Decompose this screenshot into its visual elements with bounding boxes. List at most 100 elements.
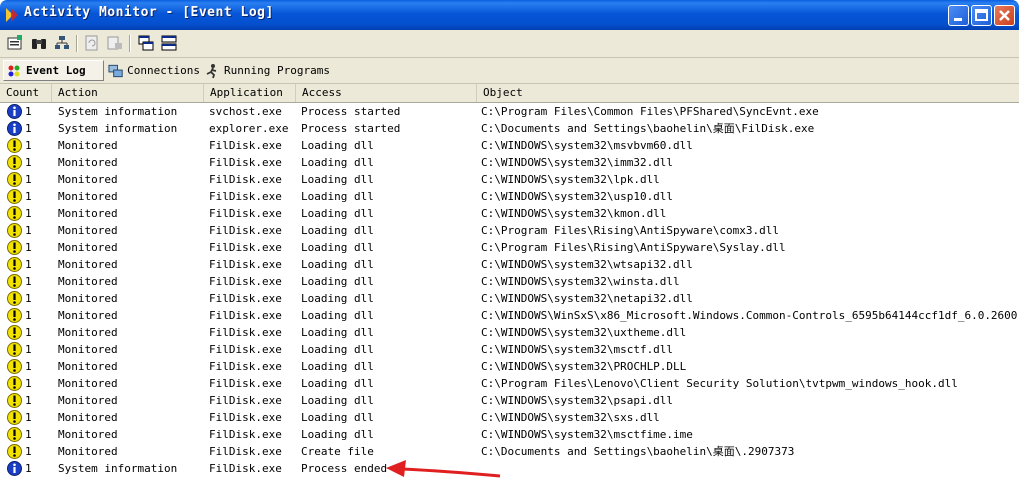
- warning-icon: [7, 359, 22, 374]
- cell-object: C:\WINDOWS\system32\imm32.dll: [481, 156, 674, 169]
- cascade-icon[interactable]: [137, 34, 155, 52]
- cell-application: FilDisk.exe: [209, 360, 282, 373]
- tab-running-programs[interactable]: Running Programs: [202, 60, 332, 81]
- column-header-count[interactable]: Count: [0, 84, 52, 102]
- cell-object: C:\WINDOWS\system32\msctf.dll: [481, 343, 674, 356]
- table-row[interactable]: 1 Monitored FilDisk.exe Loading dll C:\WINDO…: [0, 307, 1019, 324]
- cell-count: 1: [25, 309, 32, 322]
- cell-count: 1: [25, 173, 32, 186]
- table-row[interactable]: 1 Monitored FilDisk.exe Create file C:\Docum…: [0, 443, 1019, 460]
- binoculars-icon[interactable]: [30, 34, 48, 52]
- cell-access: Loading dll: [301, 241, 374, 254]
- cell-action: Monitored: [58, 190, 118, 203]
- cell-action: Monitored: [58, 241, 118, 254]
- info-icon: [7, 121, 22, 136]
- warning-icon: [7, 189, 22, 204]
- red-arrow-annotation: [386, 460, 501, 478]
- table-row[interactable]: 1 Monitored FilDisk.exe Loading dll C:\WINDO…: [0, 256, 1019, 273]
- table-row[interactable]: 1 System information explorer.exe Process s…: [0, 120, 1019, 137]
- cell-application: FilDisk.exe: [209, 411, 282, 424]
- cell-count: 1: [25, 292, 32, 305]
- warning-icon: [7, 427, 22, 442]
- table-row[interactable]: 1 System information FilDisk.exe Process en…: [0, 460, 1019, 477]
- cell-action: Monitored: [58, 275, 118, 288]
- toolbar: [0, 30, 1019, 58]
- export-icon[interactable]: [106, 34, 124, 52]
- table-row[interactable]: 1 Monitored FilDisk.exe Loading dll C:\WINDO…: [0, 358, 1019, 375]
- table-row[interactable]: 1 Monitored FilDisk.exe Loading dll C:\WINDO…: [0, 171, 1019, 188]
- properties-icon[interactable]: [6, 34, 24, 52]
- cell-count: 1: [25, 343, 32, 356]
- cell-application: svchost.exe: [209, 105, 282, 118]
- table-row[interactable]: 1 System information svchost.exe Process st…: [0, 103, 1019, 120]
- close-button[interactable]: [994, 5, 1015, 26]
- cell-access: Loading dll: [301, 173, 374, 186]
- refresh-icon[interactable]: [83, 34, 101, 52]
- table-row[interactable]: 1 Monitored FilDisk.exe Loading dll C:\WINDO…: [0, 137, 1019, 154]
- column-header-application[interactable]: Application: [204, 84, 296, 102]
- title-bar[interactable]: Activity Monitor - [Event Log]: [0, 0, 1019, 30]
- tab-connections[interactable]: Connections: [106, 60, 200, 81]
- cell-count: 1: [25, 360, 32, 373]
- table-row[interactable]: 1 Monitored FilDisk.exe Loading dll C:\WINDO…: [0, 341, 1019, 358]
- list-header: Count Action Application Access Object: [0, 84, 1019, 103]
- cell-count: 1: [25, 122, 32, 135]
- cell-action: Monitored: [58, 360, 118, 373]
- tree-icon[interactable]: [53, 34, 71, 52]
- cell-application: FilDisk.exe: [209, 258, 282, 271]
- cell-access: Process started: [301, 105, 401, 118]
- cell-application: FilDisk.exe: [209, 156, 282, 169]
- column-header-action[interactable]: Action: [52, 84, 204, 102]
- cell-application: FilDisk.exe: [209, 224, 282, 237]
- cell-count: 1: [25, 275, 32, 288]
- table-row[interactable]: 1 Monitored FilDisk.exe Loading dll C:\WINDO…: [0, 154, 1019, 171]
- cell-count: 1: [25, 156, 32, 169]
- cell-action: Monitored: [58, 326, 118, 339]
- table-row[interactable]: 1 Monitored FilDisk.exe Loading dll C:\WINDO…: [0, 205, 1019, 222]
- cell-action: Monitored: [58, 343, 118, 356]
- cell-object: C:\WINDOWS\system32\uxtheme.dll: [481, 326, 687, 339]
- cell-object: C:\Program Files\Rising\AntiSpyware\Sysl…: [481, 241, 786, 254]
- cell-access: Loading dll: [301, 207, 374, 220]
- cell-object: C:\WINDOWS\system32\msvbvm60.dll: [481, 139, 693, 152]
- warning-icon: [7, 155, 22, 170]
- cell-object: C:\Program Files\Common Files\PFShared\S…: [481, 105, 819, 118]
- cell-access: Loading dll: [301, 258, 374, 271]
- table-row[interactable]: 1 Monitored FilDisk.exe Loading dll C:\WINDO…: [0, 392, 1019, 409]
- cell-access: Loading dll: [301, 309, 374, 322]
- table-row[interactable]: 1 Monitored FilDisk.exe Loading dll C:\WINDO…: [0, 188, 1019, 205]
- cell-action: Monitored: [58, 156, 118, 169]
- maximize-button[interactable]: [971, 5, 992, 26]
- cell-application: FilDisk.exe: [209, 207, 282, 220]
- cell-action: Monitored: [58, 224, 118, 237]
- table-row[interactable]: 1 Monitored FilDisk.exe Loading dll C:\WINDO…: [0, 409, 1019, 426]
- cell-object: C:\WINDOWS\system32\kmon.dll: [481, 207, 667, 220]
- warning-icon: [7, 223, 22, 238]
- cell-object: C:\Documents and Settings\baohelin\桌面\.2…: [481, 445, 795, 458]
- table-row[interactable]: 1 Monitored FilDisk.exe Loading dll C:\WINDO…: [0, 324, 1019, 341]
- table-row[interactable]: 1 Monitored FilDisk.exe Loading dll C:\Progr…: [0, 239, 1019, 256]
- cell-count: 1: [25, 224, 32, 237]
- event-log-list[interactable]: Count Action Application Access Object 1…: [0, 84, 1019, 479]
- cell-access: Loading dll: [301, 156, 374, 169]
- cell-count: 1: [25, 105, 32, 118]
- table-row[interactable]: 1 Monitored FilDisk.exe Loading dll C:\WINDO…: [0, 273, 1019, 290]
- tab-event-log[interactable]: Event Log: [3, 60, 104, 81]
- cell-application: FilDisk.exe: [209, 326, 282, 339]
- table-row[interactable]: 1 Monitored FilDisk.exe Loading dll C:\Progr…: [0, 375, 1019, 392]
- table-row[interactable]: 1 Monitored FilDisk.exe Loading dll C:\WINDO…: [0, 290, 1019, 307]
- column-header-access[interactable]: Access: [296, 84, 477, 102]
- warning-icon: [7, 444, 22, 459]
- cell-count: 1: [25, 428, 32, 441]
- warning-icon: [7, 138, 22, 153]
- info-icon: [7, 461, 22, 476]
- cell-access: Loading dll: [301, 326, 374, 339]
- cell-access: Loading dll: [301, 343, 374, 356]
- column-header-object[interactable]: Object: [477, 84, 1019, 102]
- tab-label: Event Log: [26, 64, 86, 77]
- tile-icon[interactable]: [160, 34, 178, 52]
- table-row[interactable]: 1 Monitored FilDisk.exe Loading dll C:\Progr…: [0, 222, 1019, 239]
- minimize-button[interactable]: [948, 5, 969, 26]
- cell-action: Monitored: [58, 309, 118, 322]
- table-row[interactable]: 1 Monitored FilDisk.exe Loading dll C:\WINDO…: [0, 426, 1019, 443]
